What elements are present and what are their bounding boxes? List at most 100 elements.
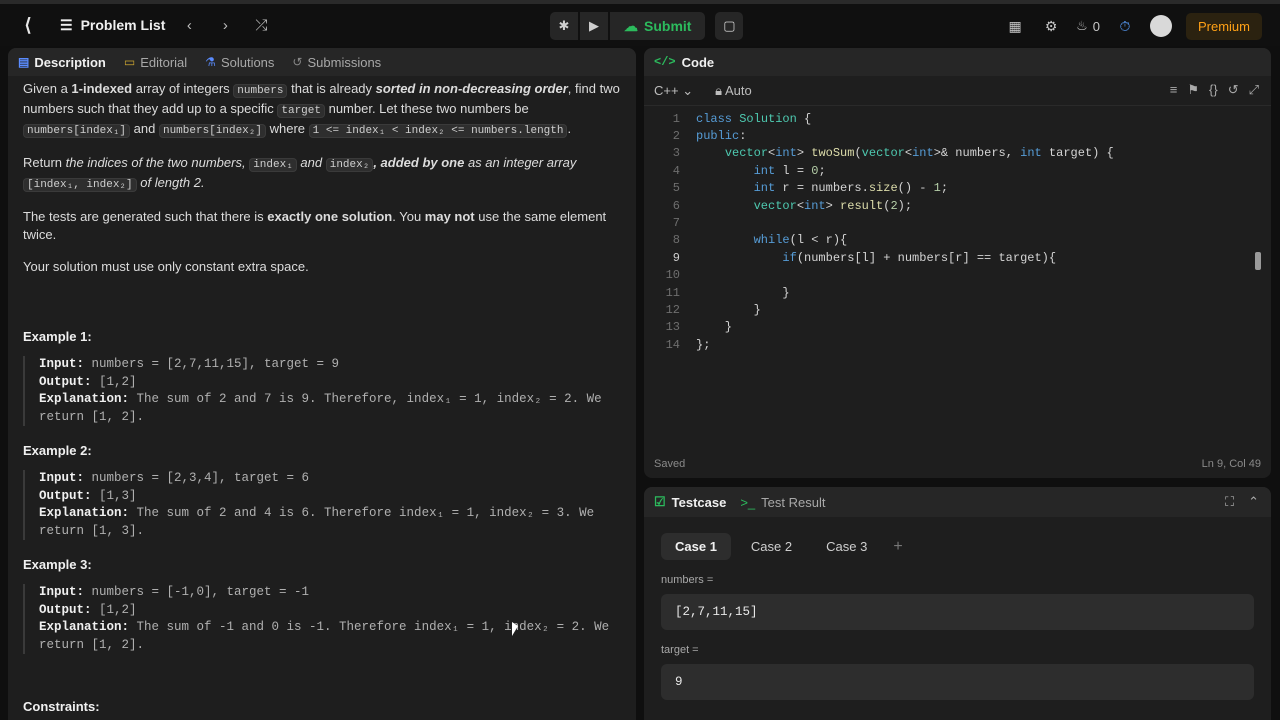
code-line[interactable]: 5 int r = numbers.size() - 1; (644, 180, 1271, 197)
example-1-block: Input: numbers = [2,7,11,15], target = 9… (23, 356, 621, 426)
list-icon: ☰ (60, 16, 73, 33)
mouse-cursor-icon (512, 622, 518, 636)
code-line[interactable]: 4 int l = 0; (644, 162, 1271, 179)
code-line[interactable]: 9 if(numbers[l] + numbers[r] == target){ (644, 249, 1271, 266)
format-icon[interactable]: ≡ (1170, 82, 1178, 98)
saved-status: Saved (654, 458, 686, 470)
prev-problem-icon[interactable]: ‹ (177, 13, 201, 37)
add-case-button[interactable]: + (887, 534, 908, 560)
flask-icon: ⚗ (205, 55, 216, 69)
code-line[interactable]: 8 while(l < r){ (644, 232, 1271, 249)
code-text: if(numbers[l] + numbers[r] == target){ (782, 250, 1057, 265)
code-panel-title: Code (681, 54, 715, 70)
submit-label: Submit (644, 18, 692, 34)
editor-scrollbar[interactable] (1255, 252, 1261, 270)
document-icon: ▤ (18, 55, 30, 69)
code-panel: </> Code C++ ⌄ 🔒︎ Auto ≡ ⚑ {} ↺ ⤢ 1 class… (644, 48, 1271, 478)
fullscreen-icon[interactable]: ⤢ (1249, 82, 1259, 98)
problem-list-button[interactable]: ☰ Problem List (60, 17, 165, 34)
description-paragraph-3: The tests are generated such that there … (23, 209, 607, 242)
description-paragraph-2: Return the indices of the two numbers, i… (23, 155, 577, 192)
submit-button[interactable]: ☁ Submit (610, 12, 706, 40)
code-text: int r = numbers.size() - 1; (753, 181, 949, 196)
description-paragraph-4: Your solution must use only constant ext… (23, 259, 309, 274)
description-paragraph-1: Given a 1-indexed array of integers numb… (23, 81, 620, 138)
reset-icon[interactable]: ↺ (1228, 82, 1239, 98)
code-text: } (696, 285, 790, 300)
example-1-title: Example 1: (23, 329, 92, 344)
code-text: public: (696, 129, 747, 144)
example-3-title: Example 3: (23, 557, 92, 572)
layout-icon[interactable]: ▦ (1004, 12, 1026, 40)
problem-description: Given a 1-indexed array of integers numb… (8, 76, 636, 716)
code-text: while(l < r){ (753, 233, 848, 248)
gear-icon[interactable]: ⚙ (1040, 12, 1062, 40)
code-editor[interactable]: 1 class Solution {2 public: 3 vector<int> t… (644, 110, 1271, 450)
code-line[interactable]: 7 (644, 214, 1271, 231)
code-line[interactable]: 11 } (644, 284, 1271, 301)
code-line[interactable]: 12 } (644, 301, 1271, 318)
numbers-input[interactable]: [2,7,11,15] (661, 594, 1254, 630)
tab-description[interactable]: ▤ Description (18, 55, 106, 70)
premium-button[interactable]: Premium (1185, 12, 1262, 40)
left-tabs: ▤ Description ▭ Editorial ⚗ Solutions ↺ Subm… (8, 48, 636, 76)
test-panel-header: ☑ Testcase >_ Test Result (644, 487, 1271, 517)
line-number: 7 (672, 216, 680, 231)
target-input[interactable]: 9 (661, 664, 1254, 700)
code-text: class Solution { (696, 111, 812, 126)
constraints-heading: Constraints: (23, 699, 100, 714)
example-3-block: Input: numbers = [-1,0], target = -1 Out… (23, 584, 621, 654)
code-line[interactable]: 13 } (644, 319, 1271, 336)
code-panel-header: </> Code (644, 48, 1271, 76)
code-line[interactable]: 6 vector<int> result(2); (644, 197, 1271, 214)
tab-submissions[interactable]: ↺ Submissions (292, 55, 381, 70)
code-line[interactable]: 10 (644, 267, 1271, 284)
language-select[interactable]: C++ ⌄ (654, 83, 693, 99)
timer-icon[interactable]: ⏱ (1114, 12, 1136, 40)
line-number: 12 (665, 302, 680, 317)
case-tab-2[interactable]: Case 2 (737, 533, 806, 560)
avatar[interactable] (1149, 15, 1172, 37)
code-text: int l = 0; (753, 163, 826, 178)
line-number: 14 (665, 337, 680, 352)
collapse-icon[interactable]: ⌃ (1248, 494, 1259, 510)
book-icon: ▭ (123, 55, 136, 69)
tab-editorial[interactable]: ▭ Editorial (124, 55, 187, 70)
code-line[interactable]: 14}; (644, 336, 1271, 353)
code-text: } (696, 320, 733, 335)
line-number: 13 (665, 320, 680, 335)
test-panel: ☑ Testcase >_ Test Result ⛶ ⌃ Case 1 Case … (644, 487, 1271, 720)
run-button[interactable]: ▶ (580, 12, 608, 40)
checkbox-icon: ☑ (654, 494, 666, 509)
expand-icon[interactable]: ⛶ (1225, 494, 1234, 510)
braces-icon[interactable]: {} (1209, 82, 1218, 98)
history-icon: ↺ (292, 55, 303, 69)
code-text: vector<int> result(2); (753, 198, 913, 213)
code-line[interactable]: 2 public: (644, 127, 1271, 144)
code-line[interactable]: 3 vector<int> twoSum(vector<int>& number… (644, 145, 1271, 162)
case-tab-3[interactable]: Case 3 (812, 533, 881, 560)
chevron-down-icon: ⌄ (682, 82, 694, 98)
line-number: 9 (672, 250, 680, 265)
next-problem-icon[interactable]: › (213, 13, 237, 37)
notes-icon[interactable]: ▢ (715, 12, 744, 40)
code-text: } (696, 302, 761, 317)
leetcode-logo-icon[interactable]: ⟨ (18, 15, 38, 35)
shuffle-icon[interactable]: ⤮ (249, 13, 273, 37)
bookmark-icon[interactable]: ⚑ (1187, 82, 1199, 98)
line-number: 5 (672, 181, 680, 196)
case-tab-1[interactable]: Case 1 (661, 533, 731, 560)
cursor-position: Ln 9, Col 49 (1201, 458, 1261, 470)
code-text: }; (696, 337, 711, 352)
streak-counter[interactable]: ♨ 0 (1076, 18, 1100, 34)
terminal-icon: >_ (740, 494, 756, 510)
tab-test-result[interactable]: >_ Test Result (740, 495, 825, 510)
line-number: 1 (672, 111, 680, 126)
tab-testcase[interactable]: ☑ Testcase (654, 494, 726, 510)
code-line[interactable]: 1 class Solution { (644, 110, 1271, 127)
line-number: 10 (665, 268, 680, 283)
debug-icon[interactable]: ✱ (550, 12, 578, 40)
auto-mode[interactable]: 🔒︎ Auto (715, 83, 752, 99)
lock-icon: 🔒︎ (715, 82, 723, 98)
tab-solutions[interactable]: ⚗ Solutions (205, 55, 274, 70)
